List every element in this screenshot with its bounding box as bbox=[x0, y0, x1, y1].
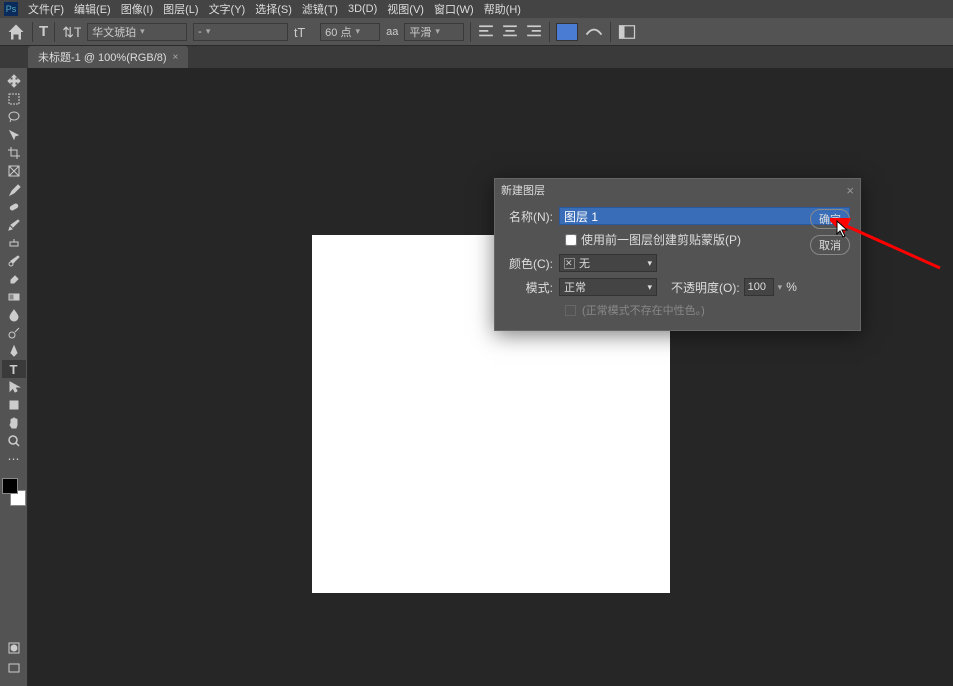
svg-text:tT: tT bbox=[294, 26, 305, 40]
separator bbox=[54, 22, 55, 42]
align-right-icon[interactable] bbox=[525, 23, 543, 41]
lasso-tool-icon[interactable] bbox=[2, 108, 26, 126]
menu-3d[interactable]: 3D(D) bbox=[348, 3, 377, 15]
opacity-dropdown-icon[interactable]: ▾ bbox=[778, 282, 783, 293]
quick-select-tool-icon[interactable] bbox=[2, 126, 26, 144]
name-label: 名称(N): bbox=[505, 208, 559, 225]
separator bbox=[549, 22, 550, 42]
document-tab[interactable]: 未标题-1 @ 100%(RGB/8) × bbox=[28, 46, 188, 68]
dodge-tool-icon[interactable] bbox=[2, 324, 26, 342]
mode-select[interactable]: 正常 bbox=[559, 278, 657, 296]
dialog-close-icon[interactable]: × bbox=[846, 183, 854, 198]
foreground-color-swatch[interactable] bbox=[2, 478, 18, 494]
opacity-input[interactable] bbox=[744, 278, 774, 296]
menu-bar: Ps 文件(F) 编辑(E) 图像(I) 图层(L) 文字(Y) 选择(S) 滤… bbox=[0, 0, 953, 18]
tab-title: 未标题-1 @ 100%(RGB/8) bbox=[38, 49, 167, 65]
pen-tool-icon[interactable] bbox=[2, 342, 26, 360]
quickmask-icon[interactable] bbox=[2, 638, 26, 658]
antialias-label: aa bbox=[386, 26, 398, 38]
neutral-note: (正常模式不存在中性色。) bbox=[582, 302, 705, 318]
menu-file[interactable]: 文件(F) bbox=[28, 1, 64, 17]
move-tool-icon[interactable] bbox=[2, 72, 26, 90]
blur-tool-icon[interactable] bbox=[2, 306, 26, 324]
opacity-label: 不透明度(O): bbox=[671, 279, 740, 296]
clipping-mask-checkbox[interactable] bbox=[565, 234, 577, 246]
gradient-tool-icon[interactable] bbox=[2, 288, 26, 306]
separator bbox=[470, 22, 471, 42]
home-icon[interactable] bbox=[6, 22, 26, 42]
color-select[interactable]: ✕无 bbox=[559, 254, 657, 272]
main-area: T ⋯ bbox=[0, 68, 953, 686]
frame-tool-icon[interactable] bbox=[2, 162, 26, 180]
eraser-tool-icon[interactable] bbox=[2, 270, 26, 288]
menu-view[interactable]: 视图(V) bbox=[387, 1, 424, 17]
marquee-tool-icon[interactable] bbox=[2, 90, 26, 108]
app-logo-icon: Ps bbox=[4, 2, 18, 16]
separator bbox=[610, 22, 611, 42]
neutral-checkbox bbox=[565, 305, 576, 316]
text-orientation-icon[interactable]: ⇅T bbox=[61, 22, 81, 42]
canvas-area bbox=[28, 68, 953, 686]
dialog-titlebar[interactable]: 新建图层 × bbox=[495, 179, 860, 201]
font-size-icon: tT bbox=[294, 22, 314, 42]
ok-button[interactable]: 确定 bbox=[810, 209, 850, 229]
toolbar-more-icon[interactable]: ⋯ bbox=[2, 450, 26, 468]
font-style-select[interactable]: - bbox=[193, 23, 288, 41]
history-brush-icon[interactable] bbox=[2, 252, 26, 270]
hand-tool-icon[interactable] bbox=[2, 414, 26, 432]
separator bbox=[32, 22, 33, 42]
menu-type[interactable]: 文字(Y) bbox=[209, 1, 246, 17]
color-label: 颜色(C): bbox=[505, 255, 559, 272]
color-swatches[interactable] bbox=[2, 478, 26, 506]
opacity-unit: % bbox=[786, 280, 797, 294]
align-left-icon[interactable] bbox=[477, 23, 495, 41]
close-tab-icon[interactable]: × bbox=[173, 52, 179, 63]
path-select-tool-icon[interactable] bbox=[2, 378, 26, 396]
menu-select[interactable]: 选择(S) bbox=[255, 1, 292, 17]
panel-toggle-icon[interactable] bbox=[617, 22, 637, 42]
menu-filter[interactable]: 滤镜(T) bbox=[302, 1, 338, 17]
clipping-mask-label: 使用前一图层创建剪贴蒙版(P) bbox=[581, 231, 741, 248]
tool-palette: T ⋯ bbox=[0, 68, 28, 686]
antialias-select[interactable]: 平滑 bbox=[404, 23, 464, 41]
font-size-select[interactable]: 60 点 bbox=[320, 23, 380, 41]
healing-tool-icon[interactable] bbox=[2, 198, 26, 216]
align-center-icon[interactable] bbox=[501, 23, 519, 41]
zoom-tool-icon[interactable] bbox=[2, 432, 26, 450]
menu-window[interactable]: 窗口(W) bbox=[434, 1, 474, 17]
brush-tool-icon[interactable] bbox=[2, 216, 26, 234]
layer-name-input[interactable] bbox=[559, 207, 850, 225]
menu-layer[interactable]: 图层(L) bbox=[163, 1, 198, 17]
shape-tool-icon[interactable] bbox=[2, 396, 26, 414]
menu-edit[interactable]: 编辑(E) bbox=[74, 1, 111, 17]
new-layer-dialog: 新建图层 × 名称(N): 使用前一图层创建剪贴蒙版(P) 颜色(C): ✕无 … bbox=[494, 178, 861, 331]
eyedropper-tool-icon[interactable] bbox=[2, 180, 26, 198]
clone-tool-icon[interactable] bbox=[2, 234, 26, 252]
document-tab-bar: 未标题-1 @ 100%(RGB/8) × bbox=[0, 46, 953, 68]
menu-image[interactable]: 图像(I) bbox=[121, 1, 153, 17]
menu-help[interactable]: 帮助(H) bbox=[484, 1, 521, 17]
mode-label: 模式: bbox=[505, 279, 559, 296]
svg-text:⇅T: ⇅T bbox=[62, 25, 81, 40]
type-tool-icon[interactable]: T bbox=[39, 23, 48, 40]
dialog-title: 新建图层 bbox=[501, 182, 545, 198]
text-color-swatch[interactable] bbox=[556, 23, 578, 41]
options-bar: T ⇅T 华文琥珀 - tT 60 点 aa 平滑 bbox=[0, 18, 953, 46]
screenmode-icon[interactable] bbox=[2, 658, 26, 678]
warp-text-icon[interactable] bbox=[584, 22, 604, 42]
type-tool-icon[interactable]: T bbox=[2, 360, 26, 378]
font-family-select[interactable]: 华文琥珀 bbox=[87, 23, 187, 41]
crop-tool-icon[interactable] bbox=[2, 144, 26, 162]
cancel-button[interactable]: 取消 bbox=[810, 235, 850, 255]
